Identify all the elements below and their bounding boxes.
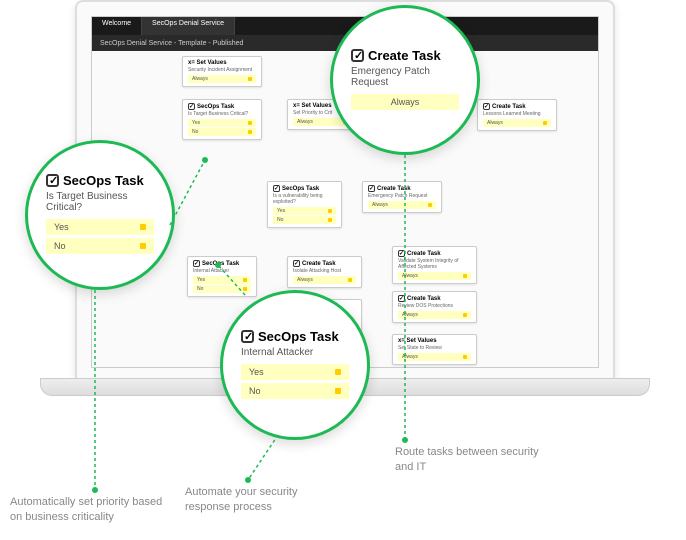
caption-automate: Automate your security response process: [185, 485, 345, 516]
callout-title: Create Task: [368, 48, 441, 63]
tab-secops[interactable]: SecOps Denial Service: [142, 17, 235, 35]
node-internal[interactable]: SecOps TaskInternal AttackerYesNo: [187, 256, 257, 297]
checkbox-icon: [241, 330, 254, 343]
callout-desc: Is Target Business Critical?: [46, 191, 154, 213]
node-review[interactable]: Create TaskReview DOS ProtectionsAlways: [392, 291, 477, 323]
option-always[interactable]: Always: [351, 94, 459, 110]
node-secops-critical[interactable]: SecOps TaskIs Target Business Critical?Y…: [182, 99, 262, 140]
node-set-values-1[interactable]: x= Set ValuesSecurity Incident Assignmen…: [182, 56, 262, 87]
node-lessons[interactable]: Create TaskLessons Learned MeetingAlways: [477, 99, 557, 131]
callout-desc: Emergency Patch Request: [351, 66, 459, 88]
node-vuln[interactable]: SecOps TaskIs a vulnerability being expl…: [267, 181, 342, 228]
tab-bar: Welcome SecOps Denial Service: [92, 17, 598, 35]
checkbox-icon: [188, 103, 195, 110]
checkbox-icon: [368, 185, 375, 192]
node-isolate[interactable]: Create TaskIsolate Attacking HostAlways: [287, 256, 362, 288]
callout-title: SecOps Task: [258, 329, 339, 344]
option-no[interactable]: No: [241, 383, 349, 399]
caption-route: Route tasks between security and IT: [395, 445, 555, 476]
callout-create-task: Create Task Emergency Patch Request Alwa…: [330, 5, 480, 155]
option-no[interactable]: No: [46, 238, 154, 254]
breadcrumb: SecOps Denial Service - Template - Publi…: [100, 40, 243, 47]
caption-priority: Automatically set priority based on busi…: [10, 495, 170, 526]
callout-desc: Internal Attacker: [241, 347, 349, 358]
checkbox-icon: [193, 260, 200, 267]
checkbox-icon: [483, 103, 490, 110]
node-validate[interactable]: Create TaskValidate System Integrity of …: [392, 246, 477, 284]
checkbox-icon: [46, 174, 59, 187]
callout-title: SecOps Task: [63, 173, 144, 188]
option-yes[interactable]: Yes: [241, 364, 349, 380]
callout-business-critical: SecOps Task Is Target Business Critical?…: [25, 140, 175, 290]
checkbox-icon: [398, 250, 405, 257]
checkbox-icon: [351, 49, 364, 62]
checkbox-icon: [293, 260, 300, 267]
node-set-state[interactable]: x= Set ValuesSet State to ReviewAlways: [392, 334, 477, 365]
option-yes[interactable]: Yes: [46, 219, 154, 235]
callout-internal-attacker: SecOps Task Internal Attacker Yes No: [220, 290, 370, 440]
node-patch2[interactable]: Create TaskEmergency Patch RequestAlways: [362, 181, 442, 213]
tab-welcome[interactable]: Welcome: [92, 17, 142, 35]
checkbox-icon: [273, 185, 280, 192]
checkbox-icon: [398, 295, 405, 302]
